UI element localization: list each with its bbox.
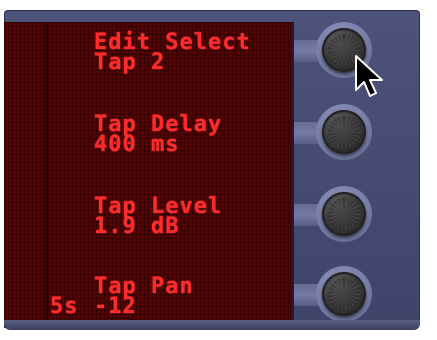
edit-select-value: Tap 2 [94,50,166,75]
tap-delay-value: 400 ms [94,132,180,157]
tap-level-value: 1.9 dB [94,214,180,239]
side-label: 5s [50,294,79,319]
tap-pan-value: -12 [94,294,137,319]
lcd-screen: Edit Select Tap 2 Tap Delay 400 ms Tap L… [4,22,292,326]
rotary-knob-icon[interactable] [322,272,366,316]
mouse-pointer-icon [355,55,383,97]
rotary-knob-icon[interactable] [322,192,366,236]
lcd-divider [46,22,48,326]
panel-bottom-edge [4,320,420,330]
rotary-knob-icon[interactable] [322,110,366,154]
knob-tap-pan-container [316,266,372,322]
knob-tap-level-container [316,186,372,242]
knob-tap-delay-container [316,104,372,160]
lcd-display: Edit Select Tap 2 Tap Delay 400 ms Tap L… [4,22,294,328]
